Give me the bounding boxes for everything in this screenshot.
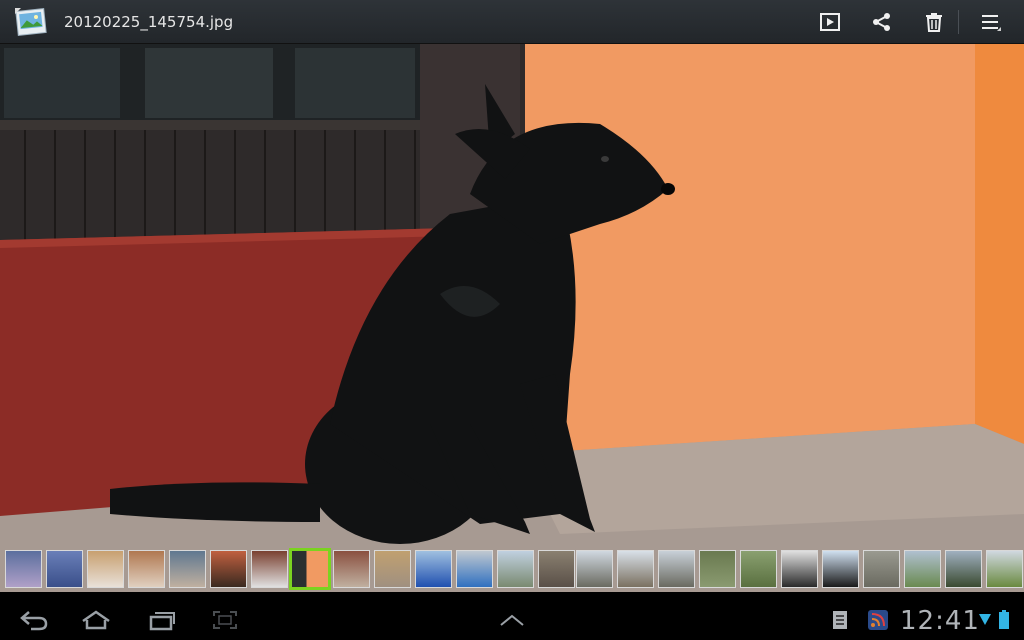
thumbnail[interactable]	[456, 550, 493, 588]
thumbnail[interactable]	[374, 550, 411, 588]
overflow-menu-button[interactable]	[974, 6, 1008, 38]
action-separator	[958, 10, 959, 34]
thumbnail[interactable]	[617, 550, 654, 588]
file-name-title: 20120225_145754.jpg	[64, 13, 234, 31]
delete-button[interactable]	[917, 6, 951, 38]
thumbnail[interactable]	[128, 550, 165, 588]
thumbnail[interactable]	[699, 550, 736, 588]
thumbnail[interactable]	[658, 550, 695, 588]
thumbnail[interactable]	[497, 550, 534, 588]
thumbnail[interactable]	[904, 550, 941, 588]
wifi-icon	[978, 606, 992, 634]
thumbnail[interactable]	[863, 550, 900, 588]
thumbnail[interactable]	[740, 550, 777, 588]
slideshow-play-icon	[820, 13, 840, 31]
home-icon	[82, 610, 110, 630]
thumbnail[interactable]	[822, 550, 859, 588]
thumbnail[interactable]	[251, 550, 288, 588]
back-icon	[20, 611, 48, 631]
thumbnail[interactable]	[781, 550, 818, 588]
share-icon	[873, 13, 890, 31]
screenshot-icon	[213, 611, 237, 629]
thumbnail[interactable]	[415, 550, 452, 588]
photo-view[interactable]	[0, 44, 1024, 592]
thumbnail[interactable]	[986, 550, 1023, 588]
expand-up-icon	[500, 614, 524, 626]
thumbnail-selected[interactable]	[289, 548, 331, 590]
thumbnail[interactable]	[538, 550, 575, 588]
battery-icon	[997, 606, 1011, 634]
recent-apps-button[interactable]	[144, 606, 180, 634]
thumbnail[interactable]	[333, 550, 370, 588]
thumbnail[interactable]	[87, 550, 124, 588]
gallery-photo-icon[interactable]	[14, 7, 48, 37]
expand-up-button[interactable]	[494, 606, 530, 634]
delete-trash-icon	[926, 13, 942, 32]
overflow-menu-icon	[982, 15, 1001, 31]
back-button[interactable]	[16, 606, 52, 634]
filmstrip	[0, 546, 1024, 592]
action-bar: 20120225_145754.jpg	[0, 0, 1024, 44]
rss-feed-icon[interactable]	[866, 606, 890, 634]
thumbnail[interactable]	[576, 550, 613, 588]
system-navigation-bar: 12:41	[0, 600, 1024, 640]
slideshow-play-button[interactable]	[813, 6, 847, 38]
thumbnail[interactable]	[169, 550, 206, 588]
thumbnail[interactable]	[5, 550, 42, 588]
thumbnail[interactable]	[945, 550, 982, 588]
screenshot-button[interactable]	[207, 606, 243, 634]
thumbnail[interactable]	[46, 550, 83, 588]
notification-clipboard-icon[interactable]	[828, 606, 852, 634]
thumbnail[interactable]	[210, 550, 247, 588]
share-button[interactable]	[865, 6, 899, 38]
recent-apps-icon	[149, 612, 175, 631]
home-button[interactable]	[78, 606, 114, 634]
status-clock: 12:41	[900, 606, 980, 636]
